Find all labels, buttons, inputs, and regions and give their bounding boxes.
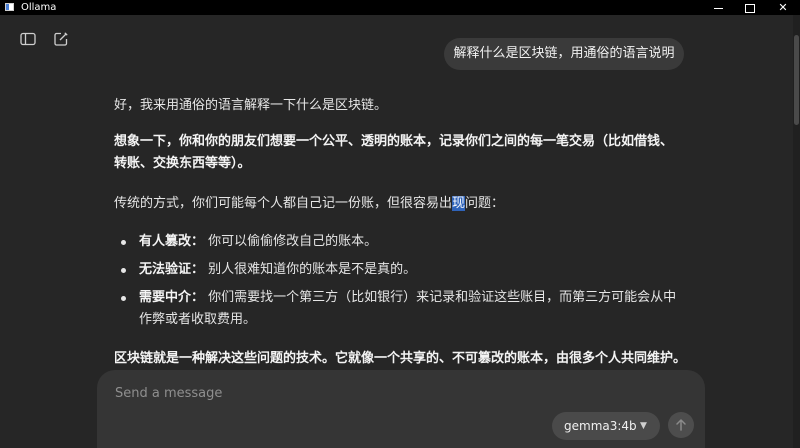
title-bar: Ollama ✕ — [0, 0, 800, 15]
list-item: 无法验证： 别人很难知道你的账本是不是真的。 — [114, 259, 686, 281]
app-icon — [5, 3, 14, 11]
sidebar-toggle-button[interactable] — [19, 30, 37, 48]
model-selector[interactable]: gemma3:4b ▼ — [552, 412, 660, 440]
close-button[interactable]: ✕ — [765, 0, 800, 15]
item-text: 你们需要找一个第三方（比如银行）来记录和验证这些账目，而第三方可能会从中作弊或者… — [139, 290, 677, 327]
item-title: 需要中介： — [139, 290, 205, 305]
message-input[interactable] — [113, 380, 677, 406]
model-name: gemma3:4b — [564, 419, 637, 433]
send-button[interactable] — [668, 412, 694, 438]
maximize-button[interactable] — [732, 0, 768, 15]
close-icon: ✕ — [778, 1, 788, 14]
list-item: 需要中介： 你们需要找一个第三方（比如银行）来记录和验证这些账目，而第三方可能会… — [114, 287, 686, 331]
traditional-text-end: 问题： — [465, 196, 505, 211]
item-title: 无法验证： — [139, 262, 205, 277]
new-chat-icon — [54, 32, 68, 46]
chevron-down-icon: ▼ — [640, 421, 647, 431]
item-text: 你可以偷偷修改自己的账本。 — [208, 234, 378, 249]
response-conclusion: 区块链就是一种解决这些问题的技术。它就像一个共享的、不可篡改的账本，由很多个人共… — [114, 351, 687, 366]
response-traditional: 传统的方式，你们可能每个人都自己记一份账，但很容易出现问题： — [114, 193, 504, 215]
scrollbar[interactable] — [793, 15, 800, 448]
arrow-up-icon — [676, 419, 686, 431]
list-item: 有人篡改： 你可以偷偷修改自己的账本。 — [114, 231, 686, 253]
user-message: 解释什么是区块链，用通俗的语言说明 — [444, 38, 684, 70]
new-chat-button[interactable] — [52, 30, 70, 48]
response-intro: 好，我来用通俗的语言解释一下什么是区块链。 — [114, 98, 388, 113]
minimize-icon — [713, 7, 723, 9]
message-composer: gemma3:4b ▼ — [97, 370, 705, 448]
window-title: Ollama — [21, 2, 57, 13]
issues-list: 有人篡改： 你可以偷偷修改自己的账本。 无法验证： 别人很难知道你的账本是不是真… — [114, 231, 686, 337]
sidebar-toggle-icon — [20, 32, 36, 46]
scrollbar-thumb[interactable] — [794, 35, 799, 125]
maximize-icon — [745, 3, 755, 13]
traditional-text: 传统的方式，你们可能每个人都自己记一份账，但很容易出 — [114, 196, 453, 211]
selected-text: 现 — [452, 196, 466, 211]
item-title: 有人篡改： — [139, 234, 205, 249]
response-emphasis: 想象一下，你和你的朋友们想要一个公平、透明的账本，记录你们之间的每一笔交易（比如… — [114, 134, 674, 171]
minimize-button[interactable] — [700, 0, 736, 15]
item-text: 别人很难知道你的账本是不是真的。 — [208, 262, 417, 277]
